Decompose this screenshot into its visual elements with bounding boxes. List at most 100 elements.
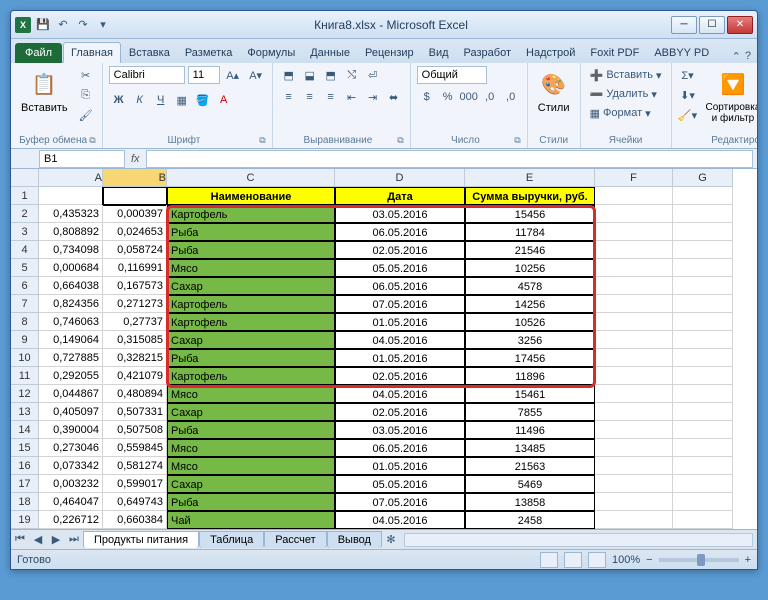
row-header[interactable]: 9: [11, 331, 39, 349]
cell[interactable]: Сахар: [167, 403, 335, 421]
row-header[interactable]: 12: [11, 385, 39, 403]
font-size-combo[interactable]: 11: [188, 66, 220, 84]
qat-more-icon[interactable]: ▾: [95, 17, 111, 33]
cell[interactable]: 0,734098: [39, 241, 103, 259]
cell[interactable]: 03.05.2016: [335, 421, 465, 439]
cell[interactable]: [673, 511, 733, 529]
align-left-icon[interactable]: ≡: [279, 88, 299, 106]
cell[interactable]: [595, 259, 673, 277]
cell[interactable]: 21546: [465, 241, 595, 259]
zoom-slider[interactable]: [659, 558, 739, 562]
minimize-ribbon-icon[interactable]: ⌃: [732, 50, 741, 63]
cell[interactable]: Картофель: [167, 295, 335, 313]
autosum-icon[interactable]: Σ▾: [678, 66, 698, 84]
align-top-icon[interactable]: ⬒: [279, 66, 299, 84]
tab-addins[interactable]: Надстрой: [519, 43, 582, 63]
cell[interactable]: Сумма выручки, руб.: [465, 187, 595, 205]
tab-home[interactable]: Главная: [63, 42, 121, 63]
cell[interactable]: 03.05.2016: [335, 205, 465, 223]
cell[interactable]: 06.05.2016: [335, 223, 465, 241]
cell[interactable]: Наименование: [167, 187, 335, 205]
row-header[interactable]: 6: [11, 277, 39, 295]
cell[interactable]: [595, 421, 673, 439]
cell[interactable]: [673, 403, 733, 421]
cell[interactable]: Мясо: [167, 439, 335, 457]
dec-decimal-icon[interactable]: ,0: [501, 88, 521, 106]
cell[interactable]: 11896: [465, 367, 595, 385]
cell[interactable]: 3256: [465, 331, 595, 349]
tab-formulas[interactable]: Формулы: [240, 43, 302, 63]
cell[interactable]: 15456: [465, 205, 595, 223]
cell[interactable]: 06.05.2016: [335, 439, 465, 457]
cell[interactable]: 0,273046: [39, 439, 103, 457]
currency-icon[interactable]: $: [417, 88, 437, 106]
font-color-icon[interactable]: A: [214, 91, 234, 109]
cell[interactable]: [595, 295, 673, 313]
cell[interactable]: 14256: [465, 295, 595, 313]
cell[interactable]: 0,390004: [39, 421, 103, 439]
cell[interactable]: Сахар: [167, 331, 335, 349]
sheet-tab-2[interactable]: Таблица: [199, 531, 264, 548]
indent-dec-icon[interactable]: ⇤: [342, 88, 362, 106]
cell[interactable]: [595, 511, 673, 529]
cell[interactable]: 0,167573: [103, 277, 167, 295]
cut-icon[interactable]: ✂: [76, 66, 96, 84]
cell[interactable]: [595, 277, 673, 295]
cell[interactable]: 0,480894: [103, 385, 167, 403]
cell[interactable]: 15461: [465, 385, 595, 403]
cell[interactable]: [595, 493, 673, 511]
clear-icon[interactable]: 🧹▾: [678, 106, 698, 124]
fill-color-icon[interactable]: 🪣: [193, 91, 213, 109]
cell[interactable]: Мясо: [167, 259, 335, 277]
bold-button[interactable]: Ж: [109, 91, 129, 109]
row-header[interactable]: 14: [11, 421, 39, 439]
grow-font-icon[interactable]: A▴: [223, 66, 243, 84]
row-header[interactable]: 1: [11, 187, 39, 205]
row-header[interactable]: 18: [11, 493, 39, 511]
insert-cells-button[interactable]: ➕ Вставить ▾: [587, 66, 665, 84]
cell[interactable]: Картофель: [167, 205, 335, 223]
row-header[interactable]: 13: [11, 403, 39, 421]
sheet-tab-3[interactable]: Рассчет: [264, 531, 327, 548]
cell[interactable]: [595, 241, 673, 259]
cell[interactable]: 10526: [465, 313, 595, 331]
cell[interactable]: 11496: [465, 421, 595, 439]
cell[interactable]: Мясо: [167, 385, 335, 403]
sheet-nav-first-icon[interactable]: ⏮: [11, 533, 29, 546]
tab-review[interactable]: Рецензир: [358, 43, 421, 63]
col-header-b[interactable]: B: [103, 169, 167, 187]
cell[interactable]: 0,746063: [39, 313, 103, 331]
cell[interactable]: [673, 457, 733, 475]
undo-icon[interactable]: ↶: [55, 17, 71, 33]
cell[interactable]: Картофель: [167, 313, 335, 331]
align-center-icon[interactable]: ≡: [300, 88, 320, 106]
font-launcher-icon[interactable]: ⧉: [259, 135, 265, 146]
cell[interactable]: 0,27737: [103, 313, 167, 331]
zoom-out-icon[interactable]: −: [646, 554, 652, 566]
cell[interactable]: [595, 475, 673, 493]
cell[interactable]: [595, 205, 673, 223]
cell[interactable]: 04.05.2016: [335, 511, 465, 529]
active-cell[interactable]: [103, 187, 167, 205]
italic-button[interactable]: К: [130, 91, 150, 109]
row-header[interactable]: 7: [11, 295, 39, 313]
cell[interactable]: 0,727885: [39, 349, 103, 367]
cell[interactable]: 0,271273: [103, 295, 167, 313]
cell[interactable]: 0,073342: [39, 457, 103, 475]
cell[interactable]: 0,024653: [103, 223, 167, 241]
clipboard-launcher-icon[interactable]: ⧉: [89, 135, 95, 146]
col-header-a[interactable]: A: [39, 169, 103, 187]
cell[interactable]: [673, 367, 733, 385]
cell[interactable]: 0,421079: [103, 367, 167, 385]
cell[interactable]: 0,292055: [39, 367, 103, 385]
align-right-icon[interactable]: ≡: [321, 88, 341, 106]
row-header[interactable]: 10: [11, 349, 39, 367]
cell[interactable]: 05.05.2016: [335, 259, 465, 277]
row-header[interactable]: 16: [11, 457, 39, 475]
view-normal-icon[interactable]: [540, 552, 558, 568]
cell[interactable]: Рыба: [167, 349, 335, 367]
tab-view[interactable]: Вид: [422, 43, 456, 63]
cell[interactable]: 0,507331: [103, 403, 167, 421]
align-launcher-icon[interactable]: ⧉: [397, 135, 403, 146]
name-box[interactable]: B1: [39, 150, 125, 168]
